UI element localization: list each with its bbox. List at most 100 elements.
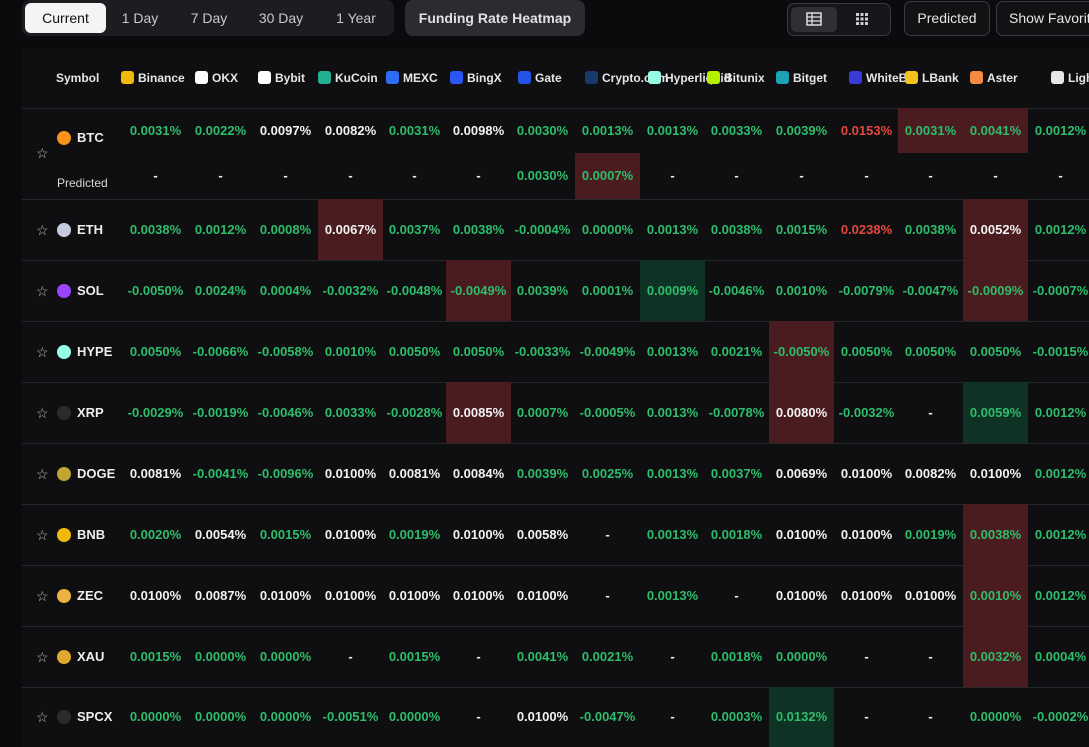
- favorite-star-icon[interactable]: ☆: [36, 709, 49, 726]
- rate-cell-gate[interactable]: 0.0041%: [510, 649, 575, 664]
- rate-cell-aster[interactable]: 0.0038%: [963, 527, 1028, 542]
- favorite-star-icon[interactable]: ☆: [36, 145, 49, 162]
- favorite-star-icon[interactable]: ☆: [36, 222, 49, 239]
- predicted-cell-okx[interactable]: -: [188, 168, 253, 183]
- rate-cell-bitunix[interactable]: 0.0037%: [704, 466, 769, 481]
- rate-cell-aster[interactable]: -0.0009%: [963, 283, 1028, 298]
- rate-cell-lbank[interactable]: -: [898, 405, 963, 420]
- rate-cell-whitebit[interactable]: -: [834, 649, 899, 664]
- show-favorites-button[interactable]: Show Favorites: [996, 1, 1089, 36]
- symbol-name[interactable]: DOGE: [77, 466, 115, 481]
- rate-cell-okx[interactable]: -0.0066%: [188, 344, 253, 359]
- rate-cell-gate[interactable]: 0.0030%: [510, 123, 575, 138]
- rate-cell-crypto-com[interactable]: -0.0047%: [575, 709, 640, 724]
- rate-cell-lighter[interactable]: 0.0012%: [1028, 527, 1089, 542]
- symbol-name[interactable]: ETH: [77, 222, 103, 237]
- rate-cell-whitebit[interactable]: -0.0079%: [834, 283, 899, 298]
- rate-cell-binance[interactable]: 0.0031%: [123, 123, 188, 138]
- rate-cell-okx[interactable]: 0.0000%: [188, 709, 253, 724]
- rate-cell-mexc[interactable]: 0.0000%: [382, 709, 447, 724]
- rate-cell-bitunix[interactable]: -: [704, 588, 769, 603]
- rate-cell-whitebit[interactable]: 0.0153%: [834, 123, 899, 138]
- rate-cell-gate[interactable]: 0.0039%: [510, 283, 575, 298]
- rate-cell-lbank[interactable]: -0.0047%: [898, 283, 963, 298]
- rate-cell-lighter[interactable]: -0.0007%: [1028, 283, 1089, 298]
- rate-cell-lighter[interactable]: 0.0012%: [1028, 123, 1089, 138]
- predicted-cell-lbank[interactable]: -: [898, 168, 963, 183]
- rate-cell-binance[interactable]: 0.0081%: [123, 466, 188, 481]
- rate-cell-crypto-com[interactable]: 0.0013%: [575, 123, 640, 138]
- column-header-bitunix[interactable]: Bitunix: [707, 49, 765, 108]
- period-1day-button[interactable]: 1 Day: [110, 3, 170, 33]
- column-header-kucoin[interactable]: KuCoin: [318, 49, 378, 108]
- column-header-bitget[interactable]: Bitget: [776, 49, 827, 108]
- rate-cell-aster[interactable]: 0.0100%: [963, 466, 1028, 481]
- rate-cell-lighter[interactable]: 0.0004%: [1028, 649, 1089, 664]
- rate-cell-kucoin[interactable]: -0.0051%: [318, 709, 383, 724]
- rate-cell-bingx[interactable]: -: [446, 649, 511, 664]
- rate-cell-kucoin[interactable]: 0.0100%: [318, 588, 383, 603]
- rate-cell-kucoin[interactable]: 0.0033%: [318, 405, 383, 420]
- rate-cell-bingx[interactable]: -0.0049%: [446, 283, 511, 298]
- rate-cell-crypto-com[interactable]: 0.0000%: [575, 222, 640, 237]
- predicted-cell-mexc[interactable]: -: [382, 168, 447, 183]
- rate-cell-binance[interactable]: 0.0038%: [123, 222, 188, 237]
- rate-cell-mexc[interactable]: 0.0081%: [382, 466, 447, 481]
- symbol-name[interactable]: SPCX: [77, 709, 112, 724]
- rate-cell-bitget[interactable]: 0.0015%: [769, 222, 834, 237]
- rate-cell-binance[interactable]: -0.0029%: [123, 405, 188, 420]
- rate-cell-bybit[interactable]: 0.0000%: [253, 709, 318, 724]
- rate-cell-crypto-com[interactable]: 0.0021%: [575, 649, 640, 664]
- predicted-button[interactable]: Predicted: [904, 1, 990, 36]
- rate-cell-aster[interactable]: 0.0059%: [963, 405, 1028, 420]
- rate-cell-gate[interactable]: -0.0004%: [510, 222, 575, 237]
- favorite-star-icon[interactable]: ☆: [36, 405, 49, 422]
- rate-cell-bybit[interactable]: 0.0004%: [253, 283, 318, 298]
- rate-cell-bingx[interactable]: 0.0050%: [446, 344, 511, 359]
- rate-cell-kucoin[interactable]: 0.0100%: [318, 466, 383, 481]
- rate-cell-lighter[interactable]: -0.0015%: [1028, 344, 1089, 359]
- rate-cell-bybit[interactable]: 0.0097%: [253, 123, 318, 138]
- rate-cell-lighter[interactable]: 0.0012%: [1028, 405, 1089, 420]
- rate-cell-binance[interactable]: 0.0100%: [123, 588, 188, 603]
- rate-cell-gate[interactable]: 0.0007%: [510, 405, 575, 420]
- rate-cell-bitunix[interactable]: 0.0003%: [704, 709, 769, 724]
- rate-cell-hyperliquid[interactable]: 0.0013%: [640, 344, 705, 359]
- rate-cell-lighter[interactable]: -0.0002%: [1028, 709, 1089, 724]
- rate-cell-hyperliquid[interactable]: 0.0013%: [640, 466, 705, 481]
- rate-cell-gate[interactable]: 0.0100%: [510, 588, 575, 603]
- rate-cell-okx[interactable]: -0.0041%: [188, 466, 253, 481]
- rate-cell-bybit[interactable]: 0.0008%: [253, 222, 318, 237]
- predicted-cell-bitunix[interactable]: -: [704, 168, 769, 183]
- rate-cell-binance[interactable]: 0.0015%: [123, 649, 188, 664]
- rate-cell-mexc[interactable]: -0.0028%: [382, 405, 447, 420]
- rate-cell-okx[interactable]: 0.0000%: [188, 649, 253, 664]
- rate-cell-hyperliquid[interactable]: 0.0013%: [640, 222, 705, 237]
- rate-cell-lbank[interactable]: 0.0031%: [898, 123, 963, 138]
- rate-cell-lbank[interactable]: 0.0100%: [898, 588, 963, 603]
- rate-cell-hyperliquid[interactable]: 0.0013%: [640, 123, 705, 138]
- rate-cell-whitebit[interactable]: -: [834, 709, 899, 724]
- favorite-star-icon[interactable]: ☆: [36, 283, 49, 300]
- rate-cell-bitunix[interactable]: 0.0038%: [704, 222, 769, 237]
- column-header-aster[interactable]: Aster: [970, 49, 1018, 108]
- period-current-button[interactable]: Current: [25, 3, 106, 33]
- rate-cell-gate[interactable]: -0.0033%: [510, 344, 575, 359]
- rate-cell-bitget[interactable]: 0.0039%: [769, 123, 834, 138]
- rate-cell-whitebit[interactable]: 0.0100%: [834, 588, 899, 603]
- symbol-name[interactable]: SOL: [77, 283, 104, 298]
- rate-cell-lbank[interactable]: -: [898, 649, 963, 664]
- rate-cell-hyperliquid[interactable]: 0.0013%: [640, 527, 705, 542]
- rate-cell-hyperliquid[interactable]: 0.0013%: [640, 405, 705, 420]
- period-7day-button[interactable]: 7 Day: [178, 3, 240, 33]
- rate-cell-binance[interactable]: 0.0050%: [123, 344, 188, 359]
- rate-cell-bitunix[interactable]: -0.0078%: [704, 405, 769, 420]
- rate-cell-hyperliquid[interactable]: -: [640, 709, 705, 724]
- rate-cell-kucoin[interactable]: 0.0100%: [318, 527, 383, 542]
- predicted-cell-lighter[interactable]: -: [1028, 168, 1089, 183]
- rate-cell-bingx[interactable]: 0.0100%: [446, 588, 511, 603]
- favorite-star-icon[interactable]: ☆: [36, 649, 49, 666]
- rate-cell-crypto-com[interactable]: 0.0001%: [575, 283, 640, 298]
- rate-cell-okx[interactable]: 0.0012%: [188, 222, 253, 237]
- rate-cell-bitunix[interactable]: -0.0046%: [704, 283, 769, 298]
